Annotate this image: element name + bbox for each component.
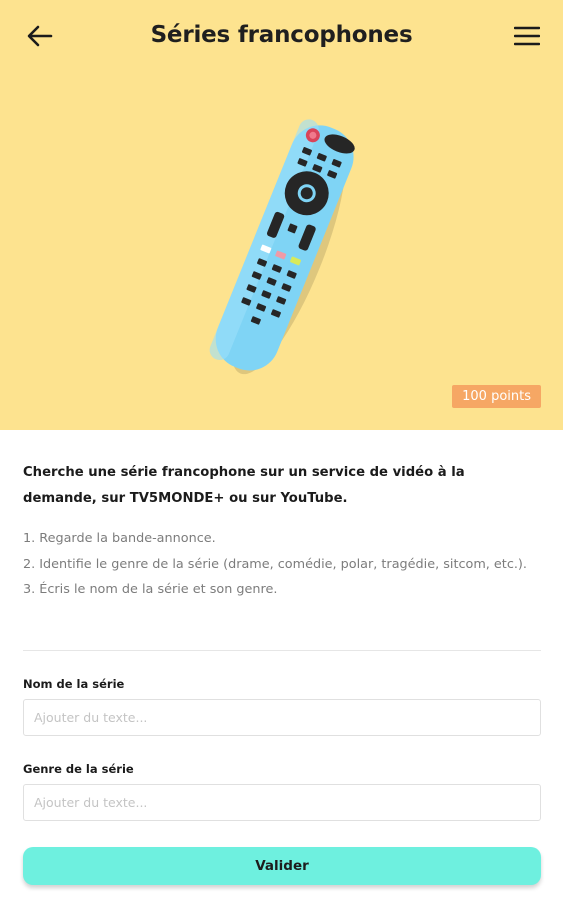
top-bar: Séries francophones	[0, 0, 563, 72]
page-title: Séries francophones	[150, 22, 413, 48]
series-genre-label: Genre de la série	[23, 762, 134, 776]
tv-remote-illustration	[190, 112, 380, 382]
series-name-input[interactable]	[23, 699, 541, 736]
points-badge: 100 points	[452, 385, 541, 408]
task-intro: Cherche une série francophone sur un ser…	[23, 465, 465, 506]
step-item: 2. Identifie le genre de la série (drame…	[23, 556, 527, 572]
hero-banner: Séries francophones 100 points	[0, 0, 563, 430]
series-genre-input[interactable]	[23, 784, 541, 821]
step-item: 1. Regarde la bande-annonce.	[23, 531, 216, 546]
divider	[23, 650, 541, 651]
series-name-label: Nom de la série	[23, 677, 125, 691]
task-steps: 1. Regarde la bande-annonce. 2. Identifi…	[23, 526, 541, 603]
menu-button[interactable]	[507, 18, 547, 54]
submit-button[interactable]: Valider	[23, 847, 541, 885]
hamburger-menu-icon	[514, 26, 540, 46]
step-item: 3. Écris le nom de la série et son genre…	[23, 582, 278, 597]
